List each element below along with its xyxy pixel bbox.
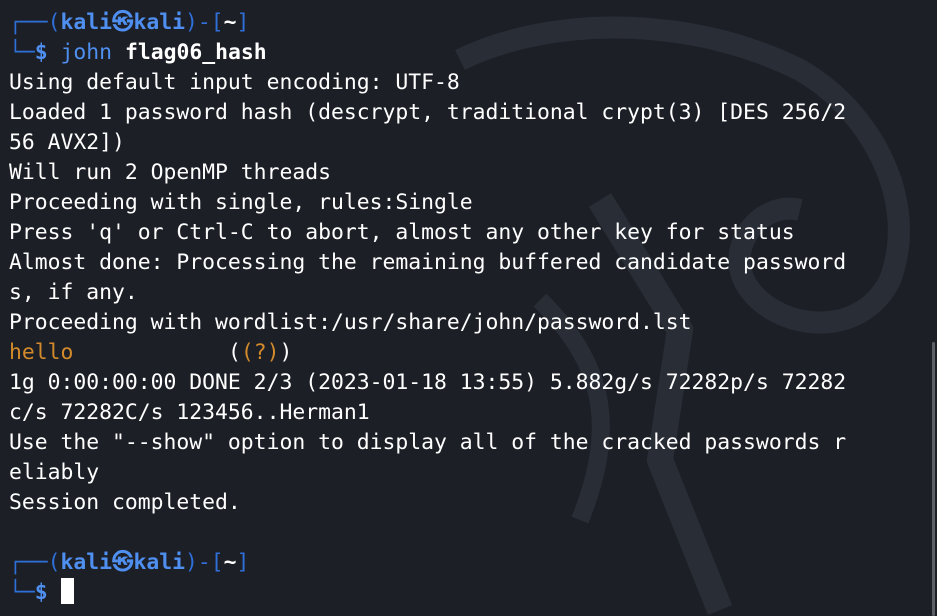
- prompt-dollar: $: [34, 40, 48, 65]
- command-name: john: [60, 40, 113, 65]
- output-line: s, if any.: [9, 280, 138, 305]
- output-line: Proceeding with wordlist:/usr/share/john…: [9, 310, 692, 335]
- output-line: Loaded 1 password hash (descrypt, tradit…: [9, 100, 847, 125]
- prompt-separator: -[: [197, 10, 224, 35]
- prompt-at-symbol: ㉿: [112, 550, 134, 575]
- prompt-separator: ]: [236, 550, 250, 575]
- output-line: Session completed.: [9, 490, 241, 515]
- command-line: └─$ john flag06_hash: [9, 38, 917, 68]
- prompt-at-symbol: ㉿: [112, 10, 134, 35]
- output-line: 1g 0:00:00:00 DONE 2/3 (2023-01-18 13:55…: [9, 370, 847, 395]
- prompt-corner: ┌──: [9, 10, 48, 35]
- prompt-separator: -[: [197, 550, 224, 575]
- cracked-password: hello: [9, 340, 74, 365]
- prompt-paren: ): [184, 10, 198, 35]
- prompt-corner: └─: [9, 40, 35, 65]
- command-argument: flag06_hash: [124, 40, 267, 65]
- prompt-corner: └─: [9, 580, 35, 605]
- output-line: eliably: [9, 460, 100, 485]
- text-cursor[interactable]: [60, 578, 74, 604]
- prompt-line-bottom: ┌──(kali㉿kali)-[~]: [9, 548, 917, 578]
- prompt-paren: ): [184, 550, 198, 575]
- cracked-password-line: hello ((?)): [9, 338, 917, 368]
- terminal-output: ┌──(kali㉿kali)-[~] └─$ john flag06_hash …: [9, 8, 917, 608]
- prompt-corner: ┌──: [9, 550, 48, 575]
- cracked-user-marker: ((?)): [227, 340, 293, 365]
- output-line: Press 'q' or Ctrl-C to abort, almost any…: [9, 220, 795, 245]
- output-line: Proceeding with single, rules:Single: [9, 190, 473, 215]
- output-line: c/s 72282C/s 123456..Herman1: [9, 400, 370, 425]
- prompt-paren: (: [47, 10, 61, 35]
- output-line: Will run 2 OpenMP threads: [9, 160, 331, 185]
- prompt-user: kali: [60, 550, 113, 575]
- scrollbar[interactable]: [932, 342, 935, 616]
- prompt-line-top: ┌──(kali㉿kali)-[~]: [9, 8, 917, 38]
- output-line: Using default input encoding: UTF-8: [9, 70, 460, 95]
- terminal-window[interactable]: ┌──(kali㉿kali)-[~] └─$ john flag06_hash …: [0, 0, 937, 616]
- output-line: Use the "--show" option to display all o…: [9, 430, 847, 455]
- cracked-user-marker-text: (?): [240, 340, 280, 365]
- prompt-dollar: $: [34, 580, 48, 605]
- prompt-separator: ]: [236, 10, 250, 35]
- input-line[interactable]: └─$: [9, 578, 917, 608]
- prompt-paren: (: [47, 550, 61, 575]
- prompt-directory: ~: [223, 550, 237, 575]
- output-line: 56 AVX2]): [9, 130, 125, 155]
- prompt-user: kali: [60, 10, 113, 35]
- prompt-host: kali: [133, 10, 185, 35]
- prompt-host: kali: [133, 550, 185, 575]
- output-line: Almost done: Processing the remaining bu…: [9, 250, 847, 275]
- prompt-directory: ~: [223, 10, 237, 35]
